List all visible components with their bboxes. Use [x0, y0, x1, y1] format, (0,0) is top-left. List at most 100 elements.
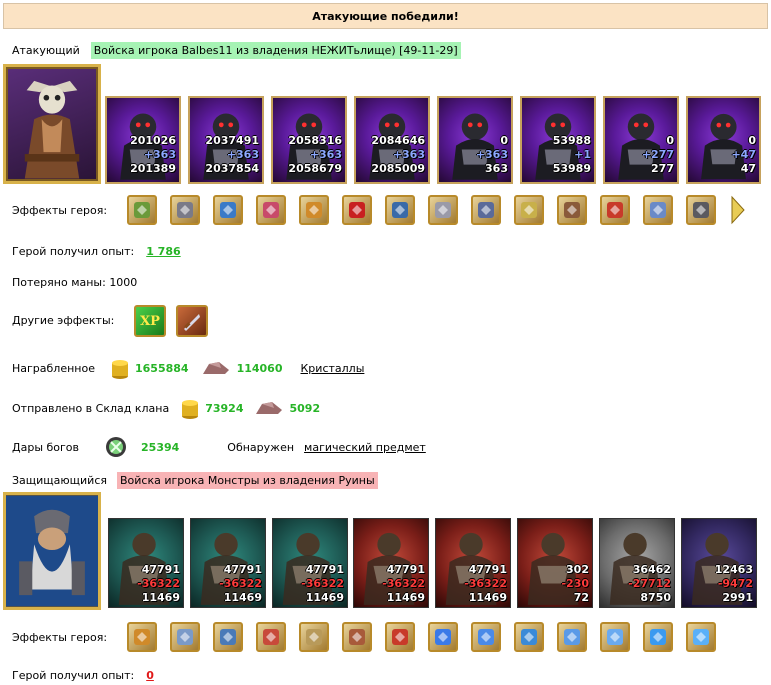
defender-effects-label: Эффекты героя: — [12, 631, 108, 644]
unit-count-before: 36462 — [632, 563, 671, 576]
defender-unit-card[interactable]: 47791 -36322 11469 — [108, 518, 184, 608]
defender-unit-card[interactable]: 47791 -36322 11469 — [435, 518, 511, 608]
defender-xp-row: Герой получил опыт: 0 — [12, 669, 154, 682]
attacker-unit-card[interactable]: 0 +277 277 — [603, 96, 679, 184]
heart-icon[interactable] — [342, 195, 372, 225]
defender-label: Защищающийся — [12, 474, 107, 487]
barrel-icon[interactable] — [428, 195, 458, 225]
unit-count-after: 201389 — [130, 162, 176, 175]
attacker-unit-card[interactable]: 2037491 +363 2037854 — [188, 96, 264, 184]
magic-item-link[interactable]: магический предмет — [304, 441, 426, 454]
unit-count-after: 72 — [573, 591, 589, 604]
unit-count-before: 2084646 — [371, 134, 425, 147]
loot-crystals-link[interactable]: Кристаллы — [301, 362, 365, 375]
unit-count-change: +363 — [226, 148, 259, 161]
unit-count-after: 2991 — [722, 591, 753, 604]
defender-xp-value[interactable]: 0 — [146, 669, 154, 682]
unit-count-after: 277 — [651, 162, 674, 175]
attacker-unit-card[interactable]: 2084646 +363 2085009 — [354, 96, 430, 184]
unit-count-before: 53988 — [552, 134, 591, 147]
skull-warrior-icon — [24, 80, 80, 179]
attacker-label: Атакующий — [12, 44, 80, 57]
gems-icon[interactable] — [213, 195, 243, 225]
defender-xp-label: Герой получил опыт: — [12, 669, 135, 682]
defender-unit-card[interactable]: 36462 -27712 8750 — [599, 518, 675, 608]
unit-count-change: +363 — [392, 148, 425, 161]
shield-icon[interactable] — [213, 622, 243, 652]
defender-hero-portrait[interactable] — [3, 492, 101, 610]
attacker-army-name[interactable]: Войска игрока Balbes11 из владения НЕЖИТ… — [90, 42, 461, 59]
ring-icon[interactable] — [557, 195, 587, 225]
shield-icon[interactable] — [385, 195, 415, 225]
unit-count-after: 11469 — [305, 591, 344, 604]
amulet-icon[interactable] — [471, 195, 501, 225]
arrows-icon[interactable] — [170, 622, 200, 652]
blue-hammer-icon[interactable] — [600, 622, 630, 652]
chest-icon[interactable] — [299, 195, 329, 225]
helmet-icon[interactable] — [127, 622, 157, 652]
unit-count-change: +363 — [475, 148, 508, 161]
glove-icon[interactable] — [643, 195, 673, 225]
socks-icon[interactable] — [600, 195, 630, 225]
attack-bonus-icon[interactable] — [176, 305, 208, 337]
unit-count-change: +47 — [731, 148, 756, 161]
boots-icon[interactable] — [127, 195, 157, 225]
scroll-icon[interactable] — [256, 195, 286, 225]
snowflake-icon[interactable] — [686, 622, 716, 652]
unit-count-after: 11469 — [386, 591, 425, 604]
attacker-unit-card[interactable]: 53988 +1 53989 — [520, 96, 596, 184]
dwarf-warrior-icon — [6, 495, 98, 607]
defender-unit-card[interactable]: 302 -230 72 — [517, 518, 593, 608]
lamp-icon[interactable] — [686, 195, 716, 225]
unit-count-after: 11469 — [468, 591, 507, 604]
unit-count-before: 2058316 — [288, 134, 342, 147]
unit-count-before: 47791 — [141, 563, 180, 576]
unit-count-change: -36322 — [382, 577, 425, 590]
defender-unit-card[interactable]: 12463 -9472 2991 — [681, 518, 757, 608]
unit-count-after: 363 — [485, 162, 508, 175]
unit-count-before: 201026 — [130, 134, 176, 147]
mana-lost-text: Потеряно маны: 1000 — [12, 276, 138, 289]
defender-unit-card[interactable]: 47791 -36322 11469 — [353, 518, 429, 608]
fire-head-icon[interactable] — [385, 622, 415, 652]
other-effects-label: Другие эффекты: — [12, 314, 115, 327]
unit-count-before: 2037491 — [205, 134, 259, 147]
armor-icon[interactable] — [256, 622, 286, 652]
defender-unit-card[interactable]: 47791 -36322 11469 — [272, 518, 348, 608]
unit-count-before: 47791 — [305, 563, 344, 576]
attacker-unit-card[interactable]: 201026 +363 201389 — [105, 96, 181, 184]
unit-count-after: 47 — [740, 162, 756, 175]
xp-bonus-icon[interactable]: XP — [134, 305, 166, 337]
attacker-xp-label: Герой получил опыт: — [12, 245, 135, 258]
attacker-hero-portrait[interactable] — [3, 64, 101, 184]
attacker-unit-card[interactable]: 0 +363 363 — [437, 96, 513, 184]
unit-count-change: +363 — [309, 148, 342, 161]
blue-pick-icon[interactable] — [557, 622, 587, 652]
unit-count-after: 11469 — [141, 591, 180, 604]
attacker-unit-card[interactable]: 2058316 +363 2058679 — [271, 96, 347, 184]
mask-icon[interactable] — [299, 622, 329, 652]
attacker-unit-card[interactable]: 0 +47 47 — [686, 96, 761, 184]
blue-fist-icon[interactable] — [428, 622, 458, 652]
blue-armor-icon[interactable] — [471, 622, 501, 652]
axes-icon[interactable] — [342, 622, 372, 652]
ore-icon — [255, 402, 282, 414]
blue-ring-icon[interactable] — [514, 622, 544, 652]
unit-count-change: -36322 — [464, 577, 507, 590]
defender-army-name[interactable]: Войска игрока Монстры из владения Руины — [117, 472, 378, 489]
gods-gift-orb-icon — [106, 437, 127, 457]
unit-count-after: 2037854 — [205, 162, 259, 175]
unit-count-change: -9472 — [717, 577, 753, 590]
blue-spark-icon[interactable] — [643, 622, 673, 652]
unit-count-change: -27712 — [628, 577, 671, 590]
effects-next-arrow-icon[interactable] — [731, 195, 745, 225]
loot-label: Награбленное — [12, 361, 95, 375]
unit-count-after: 2085009 — [371, 162, 425, 175]
unit-count-change: +1 — [574, 148, 591, 161]
defender-row: Защищающийся Войска игрока Монстры из вл… — [12, 472, 378, 489]
mail-icon[interactable] — [170, 195, 200, 225]
attacker-xp-value[interactable]: 1 786 — [146, 245, 180, 258]
crown-icon[interactable] — [514, 195, 544, 225]
gifts-value: 25394 — [141, 440, 180, 454]
defender-unit-card[interactable]: 47791 -36322 11469 — [190, 518, 266, 608]
